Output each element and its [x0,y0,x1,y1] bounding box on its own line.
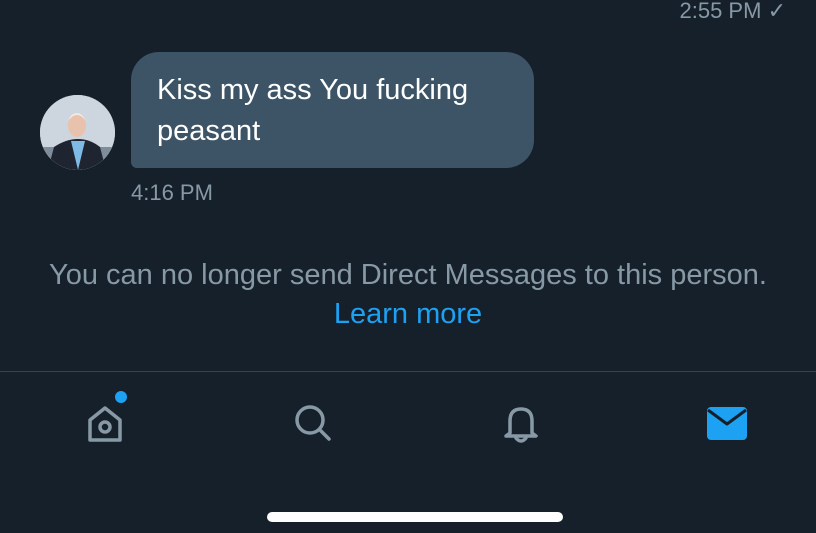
tab-notifications[interactable] [493,395,549,451]
learn-more-link[interactable]: Learn more [334,298,482,330]
tab-messages[interactable] [699,395,755,451]
home-indicator-bar[interactable] [267,512,563,522]
blocked-notice-text: You can no longer send Direct Messages t… [49,259,767,291]
message-timestamp: 4:16 PM [131,180,213,205]
home-icon [88,406,122,442]
message-bubble[interactable]: Kiss my ass You fucking peasant [131,52,534,168]
avatar-photo [40,95,115,170]
sender-avatar[interactable] [40,95,115,170]
home-notification-dot [115,391,127,403]
mail-icon [707,407,747,440]
previous-message-timestamp: 2:55 PM ✓ [680,0,787,22]
blocked-notice: You can no longer send Direct Messages t… [40,256,776,334]
tab-search[interactable] [285,395,341,451]
timestamp-text: 2:55 PM [679,0,762,23]
search-icon [295,405,331,441]
tab-bar-divider [0,371,816,372]
message-text: Kiss my ass You fucking peasant [157,74,469,147]
bell-icon [504,407,538,443]
read-receipt-checkmark: ✓ [767,0,786,23]
tab-home[interactable] [77,395,133,451]
